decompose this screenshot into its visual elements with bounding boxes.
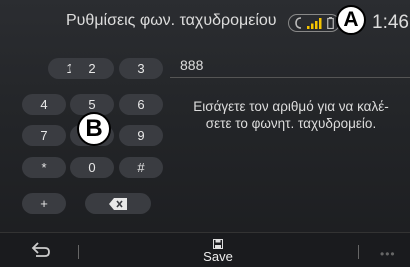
- clock: 1:46: [372, 12, 409, 33]
- divider: [358, 245, 359, 259]
- bottom-bar: Save •••: [0, 232, 410, 267]
- key-3[interactable]: 3: [119, 58, 163, 79]
- status-indicator: [288, 14, 340, 32]
- key-star[interactable]: *: [22, 157, 66, 178]
- signal-icon: [306, 18, 321, 29]
- page-title: Ρυθμίσεις φων. ταχυδρομείου: [66, 12, 277, 29]
- key-4[interactable]: 4: [22, 94, 66, 115]
- voicemail-number-field[interactable]: 888: [170, 52, 410, 78]
- save-label: Save: [203, 249, 233, 264]
- divider: [78, 245, 79, 259]
- backspace-icon: [109, 197, 127, 210]
- key-plus[interactable]: +: [22, 193, 66, 214]
- key-9[interactable]: 9: [119, 125, 163, 146]
- battery-icon: [326, 17, 334, 29]
- instruction-text: Εισάγετε τον αριθμό για να καλέ- σετε το…: [193, 99, 389, 131]
- delete-key[interactable]: [85, 193, 151, 214]
- back-arrow-icon[interactable]: [30, 241, 52, 259]
- save-icon: [213, 239, 223, 249]
- voicemail-number-value: 888: [180, 57, 204, 73]
- callout-b: B: [77, 112, 111, 146]
- key-6[interactable]: 6: [119, 94, 163, 115]
- phone-icon: [294, 17, 301, 29]
- voicemail-settings-screen: Ρυθμίσεις φων. ταχυδρομείου 1:46 A 1 2 3…: [0, 0, 410, 267]
- key-0[interactable]: 0: [70, 157, 114, 178]
- key-hash[interactable]: #: [119, 157, 163, 178]
- save-button[interactable]: Save: [188, 233, 248, 267]
- key-2[interactable]: 2: [70, 58, 114, 79]
- key-7[interactable]: 7: [22, 125, 66, 146]
- more-icon[interactable]: •••: [380, 247, 396, 261]
- callout-a: A: [336, 5, 366, 35]
